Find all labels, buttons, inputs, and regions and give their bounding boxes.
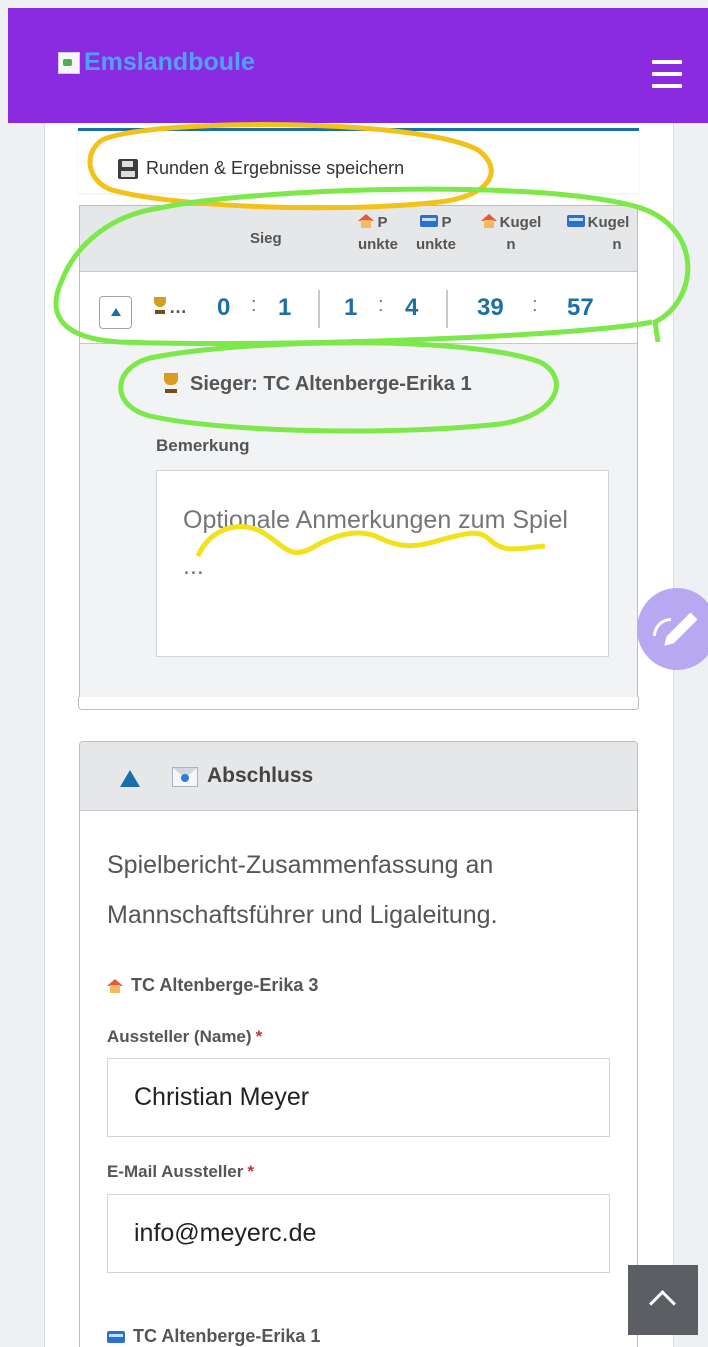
home-team-heading: TC Altenberge-Erika 3 bbox=[107, 975, 318, 996]
remark-textarea[interactable] bbox=[156, 470, 609, 657]
scroll-to-top-button[interactable] bbox=[628, 1265, 698, 1335]
win-home-score: 0 bbox=[217, 294, 231, 321]
score-divider bbox=[446, 290, 448, 328]
edit-fab-button[interactable] bbox=[637, 588, 708, 670]
abschluss-description: Spielbericht-Zusammenfassung an Mannscha… bbox=[107, 851, 498, 929]
abschluss-header[interactable]: Abschluss bbox=[80, 742, 637, 811]
edit-icon bbox=[666, 612, 698, 644]
points-home-score: 1 bbox=[344, 294, 358, 321]
collapse-round-button[interactable] bbox=[99, 296, 132, 329]
save-rounds-label: Runden & Ergebnisse speichern bbox=[146, 158, 405, 178]
score-divider bbox=[318, 290, 320, 328]
issuer-name-input[interactable] bbox=[107, 1058, 610, 1137]
home-icon bbox=[480, 214, 497, 228]
bus-icon bbox=[420, 215, 439, 227]
chevron-up-icon[interactable] bbox=[120, 770, 140, 787]
save-rounds-button[interactable]: Runden & Ergebnisse speichern bbox=[78, 128, 639, 193]
floppy-icon bbox=[118, 158, 138, 179]
col-home-balls: Kugel n bbox=[470, 212, 552, 256]
menu-icon[interactable] bbox=[652, 60, 682, 88]
abschluss-title: Abschluss bbox=[207, 764, 314, 787]
col-away-balls: Kugel n bbox=[558, 212, 638, 256]
winner-label: Sieger: TC Altenberge-Erika 1 bbox=[160, 372, 472, 396]
abschluss-card: Abschluss Spielbericht-Zusammenfassung a… bbox=[79, 741, 638, 1347]
away-team-heading: TC Altenberge-Erika 1 bbox=[107, 1326, 320, 1347]
balls-home-score: 39 bbox=[477, 294, 504, 321]
bus-icon bbox=[566, 215, 585, 227]
home-icon bbox=[358, 214, 375, 228]
col-away-points: P unkte bbox=[415, 214, 456, 253]
brand-link[interactable]: Emslandboule bbox=[56, 48, 255, 77]
win-colon: : bbox=[251, 294, 257, 316]
bus-icon bbox=[107, 1330, 125, 1343]
round-table-header: Sieg P unkte P unkte Kugel n Kugel n bbox=[80, 206, 637, 272]
home-icon bbox=[107, 978, 123, 993]
win-away-score: 1 bbox=[278, 294, 292, 321]
round-result-card: Sieg P unkte P unkte Kugel n Kugel n … 0… bbox=[79, 205, 638, 698]
trophy-icon bbox=[151, 296, 169, 316]
remark-label: Bemerkung bbox=[156, 436, 250, 455]
points-colon: : bbox=[378, 294, 384, 316]
issuer-email-input[interactable] bbox=[107, 1194, 610, 1273]
balls-colon: : bbox=[532, 294, 538, 316]
round-card-footer bbox=[78, 697, 639, 710]
email-label: E-Mail Aussteller * bbox=[107, 1162, 254, 1181]
round-score-row: … 0 : 1 1 : 4 39 : 57 bbox=[80, 272, 637, 344]
balls-away-score: 57 bbox=[567, 294, 594, 321]
issuer-label: Aussteller (Name) * bbox=[107, 1027, 263, 1046]
brand-name: Emslandboule bbox=[84, 48, 255, 76]
col-home-points: P unkte bbox=[357, 214, 398, 253]
col-win: Sieg bbox=[250, 230, 282, 247]
trophy-icon bbox=[160, 372, 182, 396]
points-away-score: 4 bbox=[405, 294, 419, 321]
envelope-icon bbox=[172, 767, 198, 787]
round-trophy-label: … bbox=[151, 296, 187, 318]
logo-broken-image-icon bbox=[56, 50, 82, 76]
top-navbar: Emslandboule bbox=[8, 8, 708, 123]
